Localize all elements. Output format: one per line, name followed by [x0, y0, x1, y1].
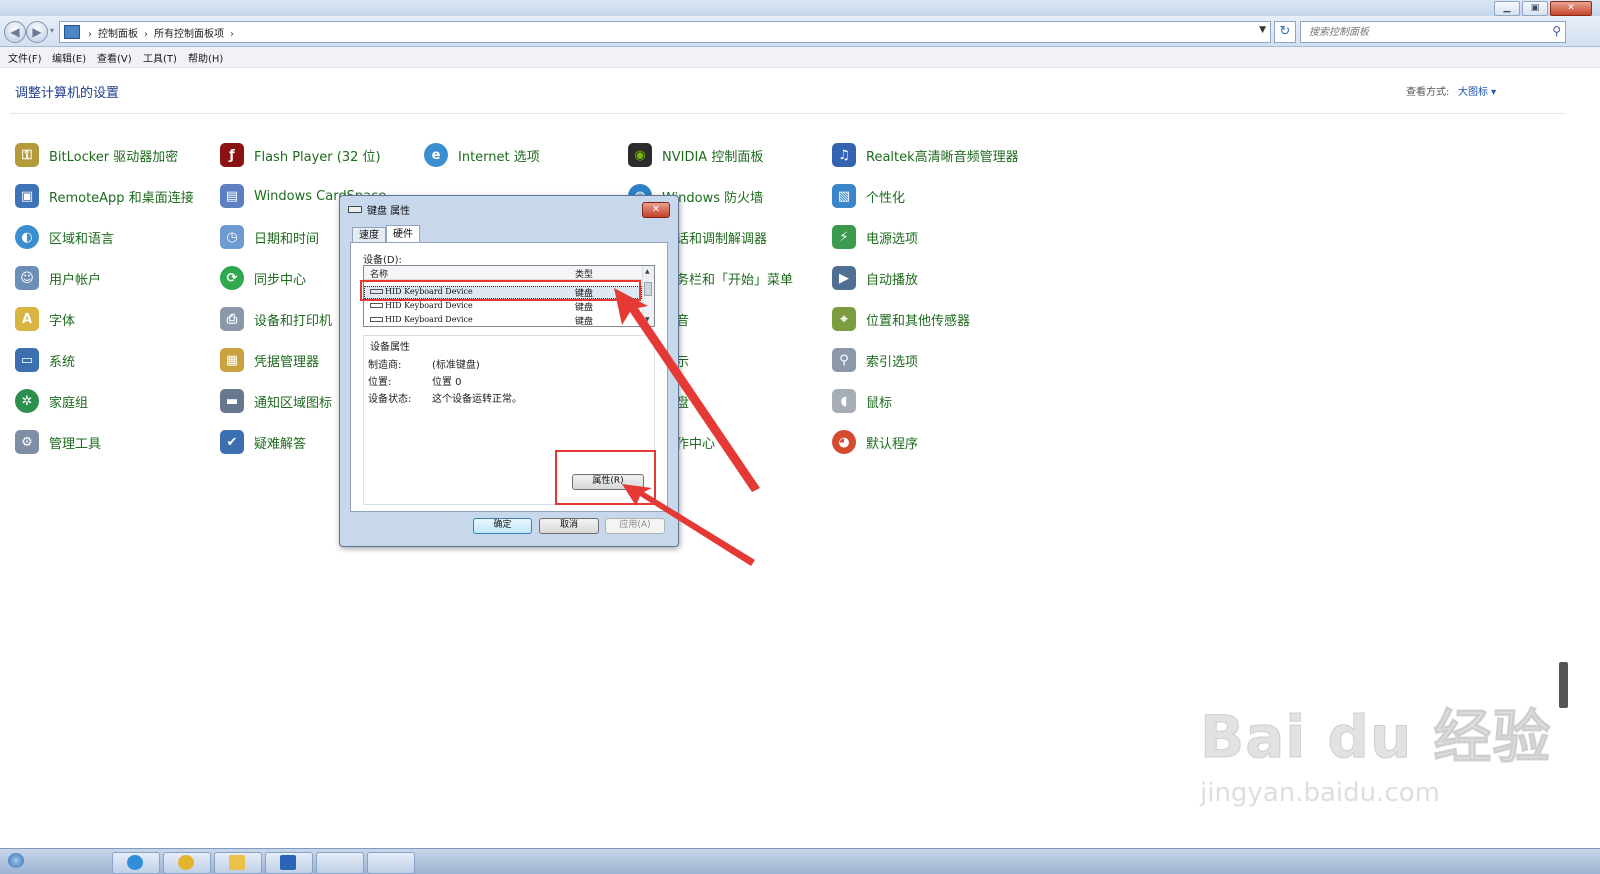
chrome-icon: [178, 855, 194, 870]
arrow-to-properties-button: [622, 484, 755, 566]
taskbar-app[interactable]: [265, 852, 313, 874]
taskbar: [0, 848, 1600, 874]
taskbar-ie[interactable]: [112, 852, 160, 874]
taskbar-window[interactable]: [316, 852, 364, 874]
ie-icon: [127, 855, 143, 870]
taskbar-chrome[interactable]: [163, 852, 211, 874]
baidu-watermark: Bai du 经验 jingyan.baidu.com: [1199, 690, 1552, 809]
arrow-to-device-row: [614, 288, 760, 492]
app-icon: [280, 855, 296, 870]
taskbar-control-panel[interactable]: [367, 852, 415, 874]
folder-icon: [229, 855, 245, 870]
start-orb-icon[interactable]: [8, 853, 24, 868]
watermark-url: jingyan.baidu.com: [1200, 778, 1440, 808]
watermark-logo: Bai du 经验: [1199, 703, 1552, 772]
side-handle[interactable]: [1559, 662, 1568, 708]
taskbar-folder[interactable]: [214, 852, 262, 874]
